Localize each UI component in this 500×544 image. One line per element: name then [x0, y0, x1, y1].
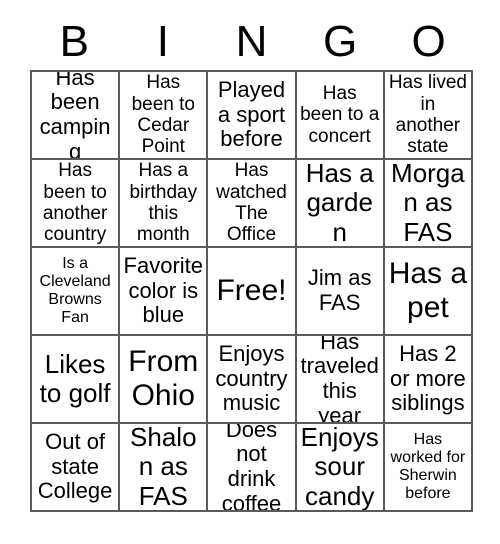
bingo-cell-label: Enjoys country music	[215, 341, 288, 416]
bingo-cell[interactable]: Enjoys sour candy	[296, 424, 385, 512]
bingo-cell[interactable]: Has a pet	[384, 248, 473, 336]
bingo-cell[interactable]: Does not drink coffee	[208, 424, 297, 512]
bingo-cell-label: Has been to a concert	[300, 83, 380, 147]
bingo-cell-label: Has a pet	[388, 257, 468, 324]
bingo-grid: Has been camping Has been to Cedar Point P…	[30, 70, 473, 512]
bingo-cell-label: Is a Cleveland Browns Fan	[39, 255, 111, 326]
bingo-cell[interactable]: Morgan as FAS	[384, 160, 473, 248]
bingo-header-letter-g: G	[322, 17, 358, 66]
bingo-cell-label: Has been to Cedar Point	[131, 72, 195, 158]
bingo-cell-label: Has traveled this year	[300, 336, 379, 424]
bingo-cell[interactable]: Has been camping	[32, 72, 121, 160]
bingo-cell[interactable]: Has 2 or more siblings	[384, 336, 473, 424]
bingo-free-cell[interactable]: Free!	[208, 248, 297, 336]
bingo-cell[interactable]: Likes to golf	[32, 336, 121, 424]
bingo-cell[interactable]: Has been to a concert	[296, 72, 385, 160]
bingo-cell-label: Jim as FAS	[307, 265, 372, 315]
bingo-cell-label: Does not drink coffee	[221, 424, 282, 512]
bingo-cell-label: Favorite color is blue	[123, 253, 204, 328]
bingo-cell-label: Has a birthday this month	[129, 160, 198, 246]
bingo-cell[interactable]: Has lived in another state	[384, 72, 473, 160]
bingo-cell[interactable]: Out of state College	[32, 424, 121, 512]
bingo-header-letter-b: B	[59, 17, 89, 66]
bingo-cell-label: Has watched The Office	[216, 160, 287, 246]
bingo-cell[interactable]: From Ohio	[120, 336, 209, 424]
bingo-header-letter-i: I	[156, 17, 169, 66]
bingo-cell-label: Morgan as FAS	[391, 160, 465, 247]
bingo-header-letter-n: N	[235, 17, 268, 66]
bingo-cell[interactable]: Has been to Cedar Point	[120, 72, 209, 160]
bingo-cell[interactable]: Has traveled this year	[296, 336, 385, 424]
bingo-cell-label: Has been camping	[39, 72, 111, 160]
bingo-cell-label: Shalon as FAS	[130, 424, 197, 511]
bingo-cell-label: Likes to golf	[39, 348, 111, 408]
bingo-cell-label: Free!	[216, 274, 287, 308]
bingo-cell[interactable]: Has watched The Office	[208, 160, 297, 248]
bingo-cell-label: Enjoys sour candy	[300, 424, 379, 511]
bingo-cell[interactable]: Has a birthday this month	[120, 160, 209, 248]
bingo-cell-label: Out of state College	[37, 429, 113, 504]
bingo-cell-label: Has a garden	[305, 160, 374, 247]
bingo-cell[interactable]: Has worked for Sherwin before	[384, 424, 473, 512]
bingo-cell[interactable]: Is a Cleveland Browns Fan	[32, 248, 121, 336]
bingo-cell-label: Has been to another country	[42, 160, 108, 246]
bingo-cell[interactable]: Enjoys country music	[208, 336, 297, 424]
bingo-cell[interactable]: Favorite color is blue	[120, 248, 209, 336]
bingo-cell-label: Has lived in another state	[388, 72, 467, 158]
bingo-card: B I N G O Has been camping Has been to Cedar …	[0, 0, 500, 544]
bingo-cell[interactable]: Shalon as FAS	[120, 424, 209, 512]
bingo-cell-label: From Ohio	[128, 345, 199, 412]
bingo-header-letter-o: O	[411, 17, 446, 66]
bingo-cell[interactable]: Jim as FAS	[296, 248, 385, 336]
bingo-cell-label: Played a sport before	[217, 77, 286, 152]
bingo-cell-label: Has 2 or more siblings	[389, 341, 466, 416]
bingo-header: BINGO	[30, 14, 473, 70]
bingo-cell-label: Has worked for Sherwin before	[390, 431, 466, 502]
bingo-cell[interactable]: Has been to another country	[32, 160, 121, 248]
bingo-cell[interactable]: Has a garden	[296, 160, 385, 248]
bingo-cell[interactable]: Played a sport before	[208, 72, 297, 160]
